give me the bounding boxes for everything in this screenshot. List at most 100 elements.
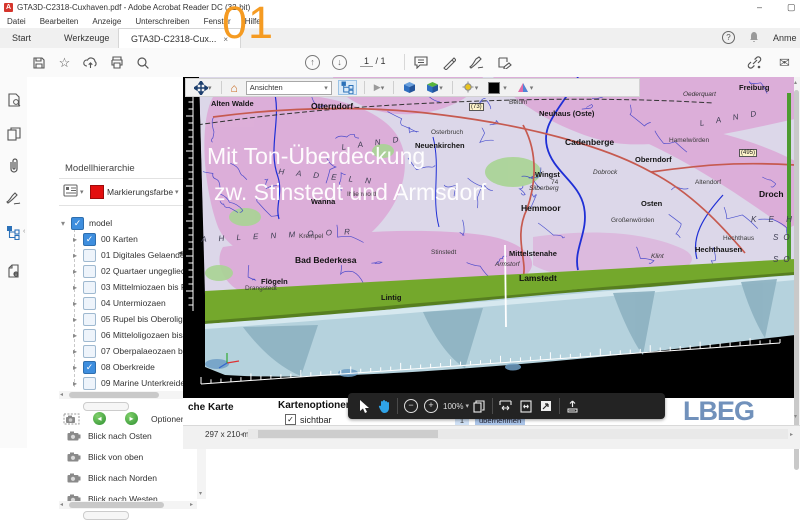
- projection-cube-icon[interactable]: [401, 81, 418, 94]
- tab-werkzeuge[interactable]: Werkzeuge: [52, 28, 121, 48]
- save-icon[interactable]: [30, 54, 47, 71]
- tree-checkbox[interactable]: [83, 313, 96, 326]
- marker-color-label[interactable]: Markierungsfarbe: [107, 187, 173, 197]
- comment-icon[interactable]: [412, 54, 429, 71]
- 3d-annotation-view[interactable]: Alten WaldeOtterndorf(73)BelumNeuhaus (O…: [183, 77, 795, 398]
- tree-expander-icon[interactable]: ▸: [73, 251, 83, 260]
- attachments-icon[interactable]: [5, 157, 22, 174]
- fullscreen-icon[interactable]: [536, 396, 556, 416]
- highlight-icon[interactable]: [440, 54, 457, 71]
- previous-view-icon[interactable]: ◂: [93, 412, 106, 425]
- bell-icon[interactable]: [748, 31, 760, 43]
- rotate-tool-icon[interactable]: ▾: [192, 81, 214, 95]
- tree-expander-icon[interactable]: ▸: [73, 267, 83, 276]
- tree-checkbox[interactable]: ✓: [71, 217, 84, 230]
- search-icon[interactable]: [134, 54, 151, 71]
- page-number-input[interactable]: 1: [360, 56, 373, 67]
- view-options-icon[interactable]: [63, 184, 78, 197]
- cross-section-icon[interactable]: ▾: [515, 82, 536, 94]
- views-scroll-down-icon[interactable]: ▾: [199, 490, 202, 498]
- help-icon[interactable]: ?: [722, 31, 735, 44]
- fit-page-icon[interactable]: [516, 396, 536, 416]
- model-tree-toggle-icon[interactable]: [338, 80, 357, 95]
- doc-scroll-down-icon[interactable]: ▾: [794, 413, 797, 421]
- tree-hscrollbar[interactable]: ◂ ▸: [59, 391, 197, 399]
- doc-scroll-up-icon[interactable]: ▴: [794, 79, 797, 87]
- page-indicator[interactable]: 1 / 1: [360, 56, 386, 66]
- tree-item-04-untermiozaen[interactable]: ▸04 Untermiozaen: [73, 295, 166, 311]
- new-view-icon[interactable]: [63, 413, 80, 425]
- page-thumbnails-icon[interactable]: [469, 396, 489, 416]
- tree-expander-icon[interactable]: ▸: [73, 299, 83, 308]
- previous-page-icon[interactable]: ↑: [305, 55, 320, 70]
- fit-width-icon[interactable]: [496, 396, 516, 416]
- document-properties-icon[interactable]: i: [5, 262, 22, 279]
- tree-checkbox[interactable]: ✓: [83, 233, 96, 246]
- tree-checkbox[interactable]: [83, 377, 96, 390]
- panel-collapse-icon[interactable]: ◄: [177, 250, 184, 257]
- views-hscrollbar[interactable]: ◂ ▸: [59, 501, 197, 509]
- marker-color-caret-icon[interactable]: ▾: [175, 188, 179, 196]
- select-tool-icon[interactable]: [354, 396, 374, 416]
- tree-item-02-quartaer-ungegliedert[interactable]: ▸02 Quartaer ungegliedert: [73, 263, 196, 279]
- view-options-caret-icon[interactable]: ▾: [80, 188, 84, 196]
- panel-splitter-handle[interactable]: [83, 402, 129, 411]
- tree-expander-icon[interactable]: ▸: [73, 315, 83, 324]
- views-dropdown[interactable]: Ansichten ▾: [246, 81, 332, 95]
- hand-tool-icon[interactable]: [374, 396, 394, 416]
- play-animation-icon[interactable]: ▶▾: [372, 82, 386, 93]
- marker-color-swatch[interactable]: [90, 185, 104, 199]
- menu-item-datei[interactable]: Datei: [0, 17, 33, 26]
- tree-checkbox[interactable]: ✓: [83, 361, 96, 374]
- lighting-icon[interactable]: ▾: [460, 81, 481, 94]
- view-item-blick-nach-norden[interactable]: Blick nach Norden: [67, 473, 157, 483]
- minimize-button[interactable]: –: [757, 2, 762, 12]
- tree-checkbox[interactable]: [83, 249, 96, 262]
- cloud-upload-icon[interactable]: [82, 54, 99, 71]
- next-page-icon[interactable]: ↓: [332, 55, 347, 70]
- tree-item-09-marine-unterkreide[interactable]: ▸09 Marine Unterkreide: [73, 375, 185, 391]
- tree-checkbox[interactable]: [83, 281, 96, 294]
- tree-expander-icon[interactable]: ▾: [61, 219, 71, 228]
- show-toolbar-icon[interactable]: [563, 396, 583, 416]
- sign-icon[interactable]: [468, 54, 485, 71]
- signatures-icon[interactable]: [5, 190, 22, 207]
- document-hscrollbar[interactable]: [248, 429, 788, 439]
- default-view-home-icon[interactable]: ⌂: [229, 81, 240, 95]
- zoom-in-icon[interactable]: +: [421, 396, 441, 416]
- menu-item-unterschreiben[interactable]: Unterschreiben: [128, 17, 196, 26]
- email-icon[interactable]: ✉: [776, 54, 793, 71]
- send-for-review-icon[interactable]: [496, 54, 513, 71]
- views-splitter-handle[interactable]: [83, 511, 129, 520]
- link-icon[interactable]: [746, 54, 763, 71]
- tree-expander-icon[interactable]: ▸: [73, 283, 83, 292]
- next-view-icon[interactable]: ▸: [125, 412, 138, 425]
- view-item-blick-von-oben[interactable]: Blick von oben: [67, 452, 143, 462]
- tree-expander-icon[interactable]: ▸: [73, 379, 83, 388]
- sign-in-link[interactable]: Anme: [773, 33, 797, 43]
- tree-checkbox[interactable]: [83, 345, 96, 358]
- tree-expander-icon[interactable]: ▸: [73, 347, 83, 356]
- tree-item-model[interactable]: ▾✓model: [61, 215, 112, 231]
- tree-expander-icon[interactable]: ▸: [73, 331, 83, 340]
- tree-item-00-karten[interactable]: ▸✓00 Karten: [73, 231, 138, 247]
- visible-checkbox[interactable]: ✓: [285, 414, 296, 425]
- tree-checkbox[interactable]: [83, 329, 96, 342]
- tab-start[interactable]: Start: [0, 28, 43, 48]
- render-mode-icon[interactable]: ▾: [424, 81, 445, 94]
- views-options-label[interactable]: Optionen: [151, 414, 186, 424]
- hscroll-right-icon[interactable]: ▸: [790, 431, 793, 439]
- zoom-level-value[interactable]: 100%: [443, 402, 463, 411]
- tree-expander-icon[interactable]: ▸: [73, 363, 83, 372]
- document-vscrollbar[interactable]: ▴ ▾: [794, 77, 800, 425]
- organize-pages-icon[interactable]: [5, 125, 22, 142]
- zoom-out-icon[interactable]: −: [401, 396, 421, 416]
- tree-checkbox[interactable]: [83, 297, 96, 310]
- tree-item-08-oberkreide[interactable]: ▸✓08 Oberkreide: [73, 359, 155, 375]
- panel-expander-icon[interactable]: ‹: [23, 228, 25, 235]
- tree-checkbox[interactable]: [83, 265, 96, 278]
- star-icon[interactable]: ☆: [56, 54, 73, 71]
- model-tree-icon[interactable]: [5, 224, 22, 241]
- print-icon[interactable]: [108, 54, 125, 71]
- hscroll-left-icon[interactable]: ◂: [240, 431, 243, 439]
